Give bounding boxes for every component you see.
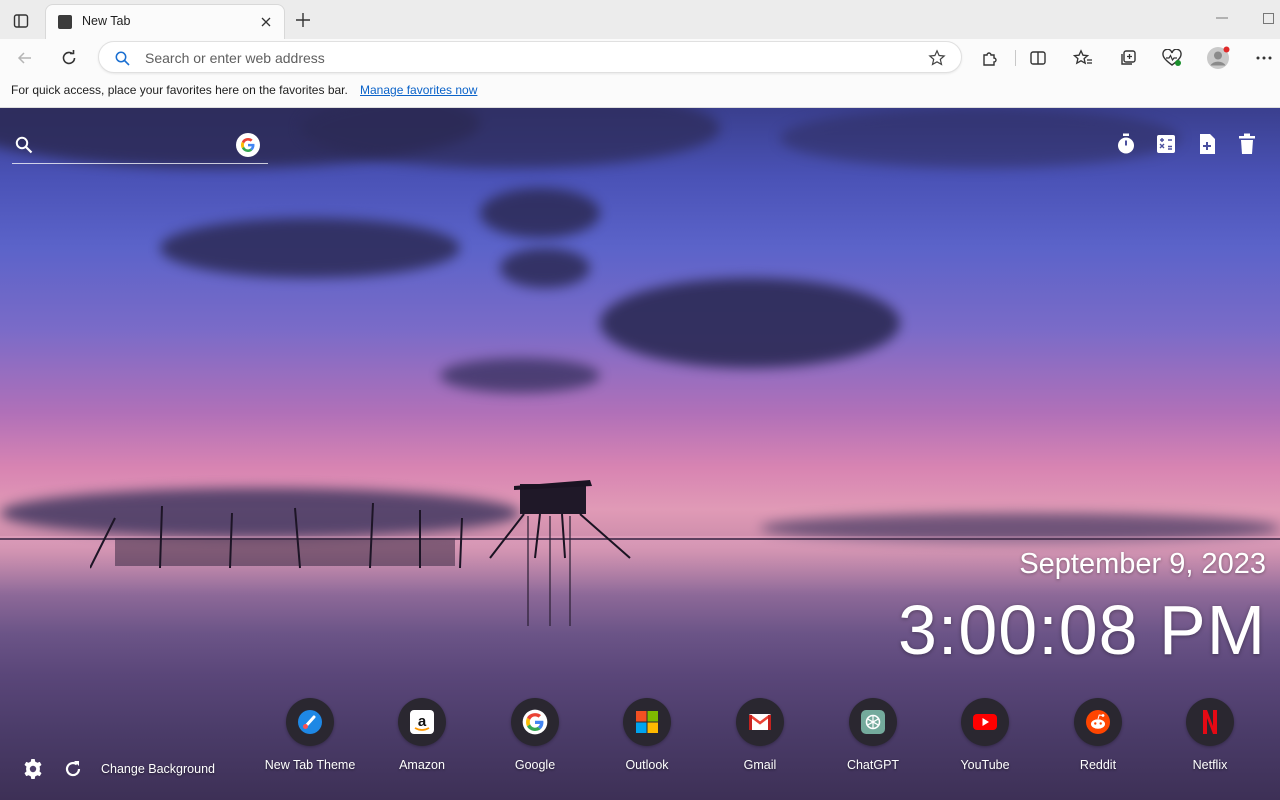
address-bar[interactable] <box>98 41 962 73</box>
background-cloud <box>160 218 460 278</box>
tab-favicon-icon <box>58 15 72 29</box>
youtube-icon <box>961 698 1009 746</box>
favorites-bar: For quick access, place your favorites h… <box>0 76 1280 108</box>
minimize-icon <box>1216 17 1228 19</box>
back-arrow-icon <box>17 52 31 64</box>
tab-title: New Tab <box>82 14 131 28</box>
shortcut-google[interactable]: Google <box>479 698 591 778</box>
shortcut-reddit[interactable]: Reddit <box>1042 698 1154 778</box>
google-icon <box>511 698 559 746</box>
gmail-icon <box>736 698 784 746</box>
shortcut-netflix[interactable]: Netflix <box>1154 698 1266 778</box>
maximize-icon <box>1262 12 1274 24</box>
tab-strip: New Tab <box>0 0 1280 39</box>
manage-favorites-link[interactable]: Manage favorites now <box>360 83 477 97</box>
shortcut-label: Gmail <box>743 758 777 772</box>
search-icon <box>113 49 131 67</box>
refresh-button[interactable] <box>54 43 84 73</box>
browser-toolbar <box>0 39 1280 76</box>
minimize-button[interactable] <box>1212 10 1232 26</box>
amazon-icon: a <box>398 698 446 746</box>
favorites-icon <box>1073 49 1092 65</box>
new-tab-button[interactable] <box>292 9 314 31</box>
refresh-icon <box>62 50 76 65</box>
profile-button[interactable] <box>1203 43 1233 73</box>
star-icon[interactable] <box>927 48 947 68</box>
microsoft-icon <box>623 698 671 746</box>
stilt-hut-silhouette <box>489 480 631 626</box>
change-background-button[interactable]: Change Background <box>101 762 215 776</box>
tab-actions-icon[interactable] <box>8 8 34 34</box>
shortcut-label: Outlook <box>625 758 669 772</box>
svg-text:a: a <box>418 713 427 730</box>
google-icon[interactable] <box>236 133 260 157</box>
close-icon[interactable] <box>256 12 276 32</box>
browser-essentials-button[interactable] <box>1157 43 1187 73</box>
gear-icon[interactable] <box>20 756 46 782</box>
split-screen-icon <box>1030 51 1046 65</box>
split-screen-button[interactable] <box>1023 43 1053 73</box>
background-cloud <box>600 278 900 368</box>
shortcut-label: Google <box>514 758 556 772</box>
fishing-net-silhouette <box>90 502 463 569</box>
netflix-icon <box>1186 698 1234 746</box>
trash-icon[interactable] <box>1236 132 1258 156</box>
avatar <box>1207 46 1230 69</box>
new-tab-page: September 9, 2023 3:00:08 PM New Tab The… <box>0 108 1280 800</box>
shortcut-gmail[interactable]: Gmail <box>704 698 816 778</box>
collections-icon <box>1121 50 1136 65</box>
newtab-search <box>12 130 268 164</box>
favorites-button[interactable] <box>1068 43 1098 73</box>
date-display: September 9, 2023 <box>1019 548 1266 580</box>
shortcut-label: New Tab Theme <box>264 758 356 772</box>
more-button[interactable] <box>1249 43 1279 73</box>
shortcut-outlook[interactable]: Outlook <box>591 698 703 778</box>
newtab-search-input[interactable] <box>42 134 232 158</box>
shortcut-amazon[interactable]: a Amazon <box>366 698 478 778</box>
background-cloud <box>500 248 590 288</box>
search-icon[interactable] <box>14 135 34 155</box>
shortcut-label: Amazon <box>399 758 445 772</box>
heart-pulse-icon <box>1162 49 1182 66</box>
shortcut-label: YouTube <box>960 758 1010 772</box>
new-tab-theme-icon <box>286 698 334 746</box>
toolbar-divider <box>1015 50 1016 66</box>
plus-icon <box>296 13 310 27</box>
shortcut-chatgpt[interactable]: ChatGPT <box>817 698 929 778</box>
address-input[interactable] <box>145 47 905 69</box>
note-add-icon[interactable] <box>1196 132 1218 156</box>
shortcut-label: Reddit <box>1079 758 1117 772</box>
favorites-bar-message: For quick access, place your favorites h… <box>11 83 348 97</box>
back-button[interactable] <box>10 43 40 73</box>
extensions-button[interactable] <box>975 43 1005 73</box>
reddit-icon <box>1074 698 1122 746</box>
shortcut-youtube[interactable]: YouTube <box>929 698 1041 778</box>
shortcut-label: Netflix <box>1192 758 1228 772</box>
background-cloud <box>480 188 600 238</box>
clock-display: 3:00:08 PM <box>898 591 1266 669</box>
timer-icon[interactable] <box>1115 132 1137 156</box>
shortcut-new-tab-theme[interactable]: New Tab Theme <box>254 698 366 778</box>
tab-new-tab[interactable]: New Tab <box>45 4 285 39</box>
puzzle-icon <box>983 52 997 66</box>
more-icon <box>1256 56 1272 60</box>
maximize-button[interactable] <box>1258 10 1278 26</box>
collections-button[interactable] <box>1113 43 1143 73</box>
chatgpt-icon <box>849 698 897 746</box>
background-cloud <box>440 358 600 393</box>
refresh-icon[interactable] <box>60 756 86 782</box>
calculator-icon[interactable] <box>1155 132 1177 156</box>
shortcut-label: ChatGPT <box>846 758 900 772</box>
